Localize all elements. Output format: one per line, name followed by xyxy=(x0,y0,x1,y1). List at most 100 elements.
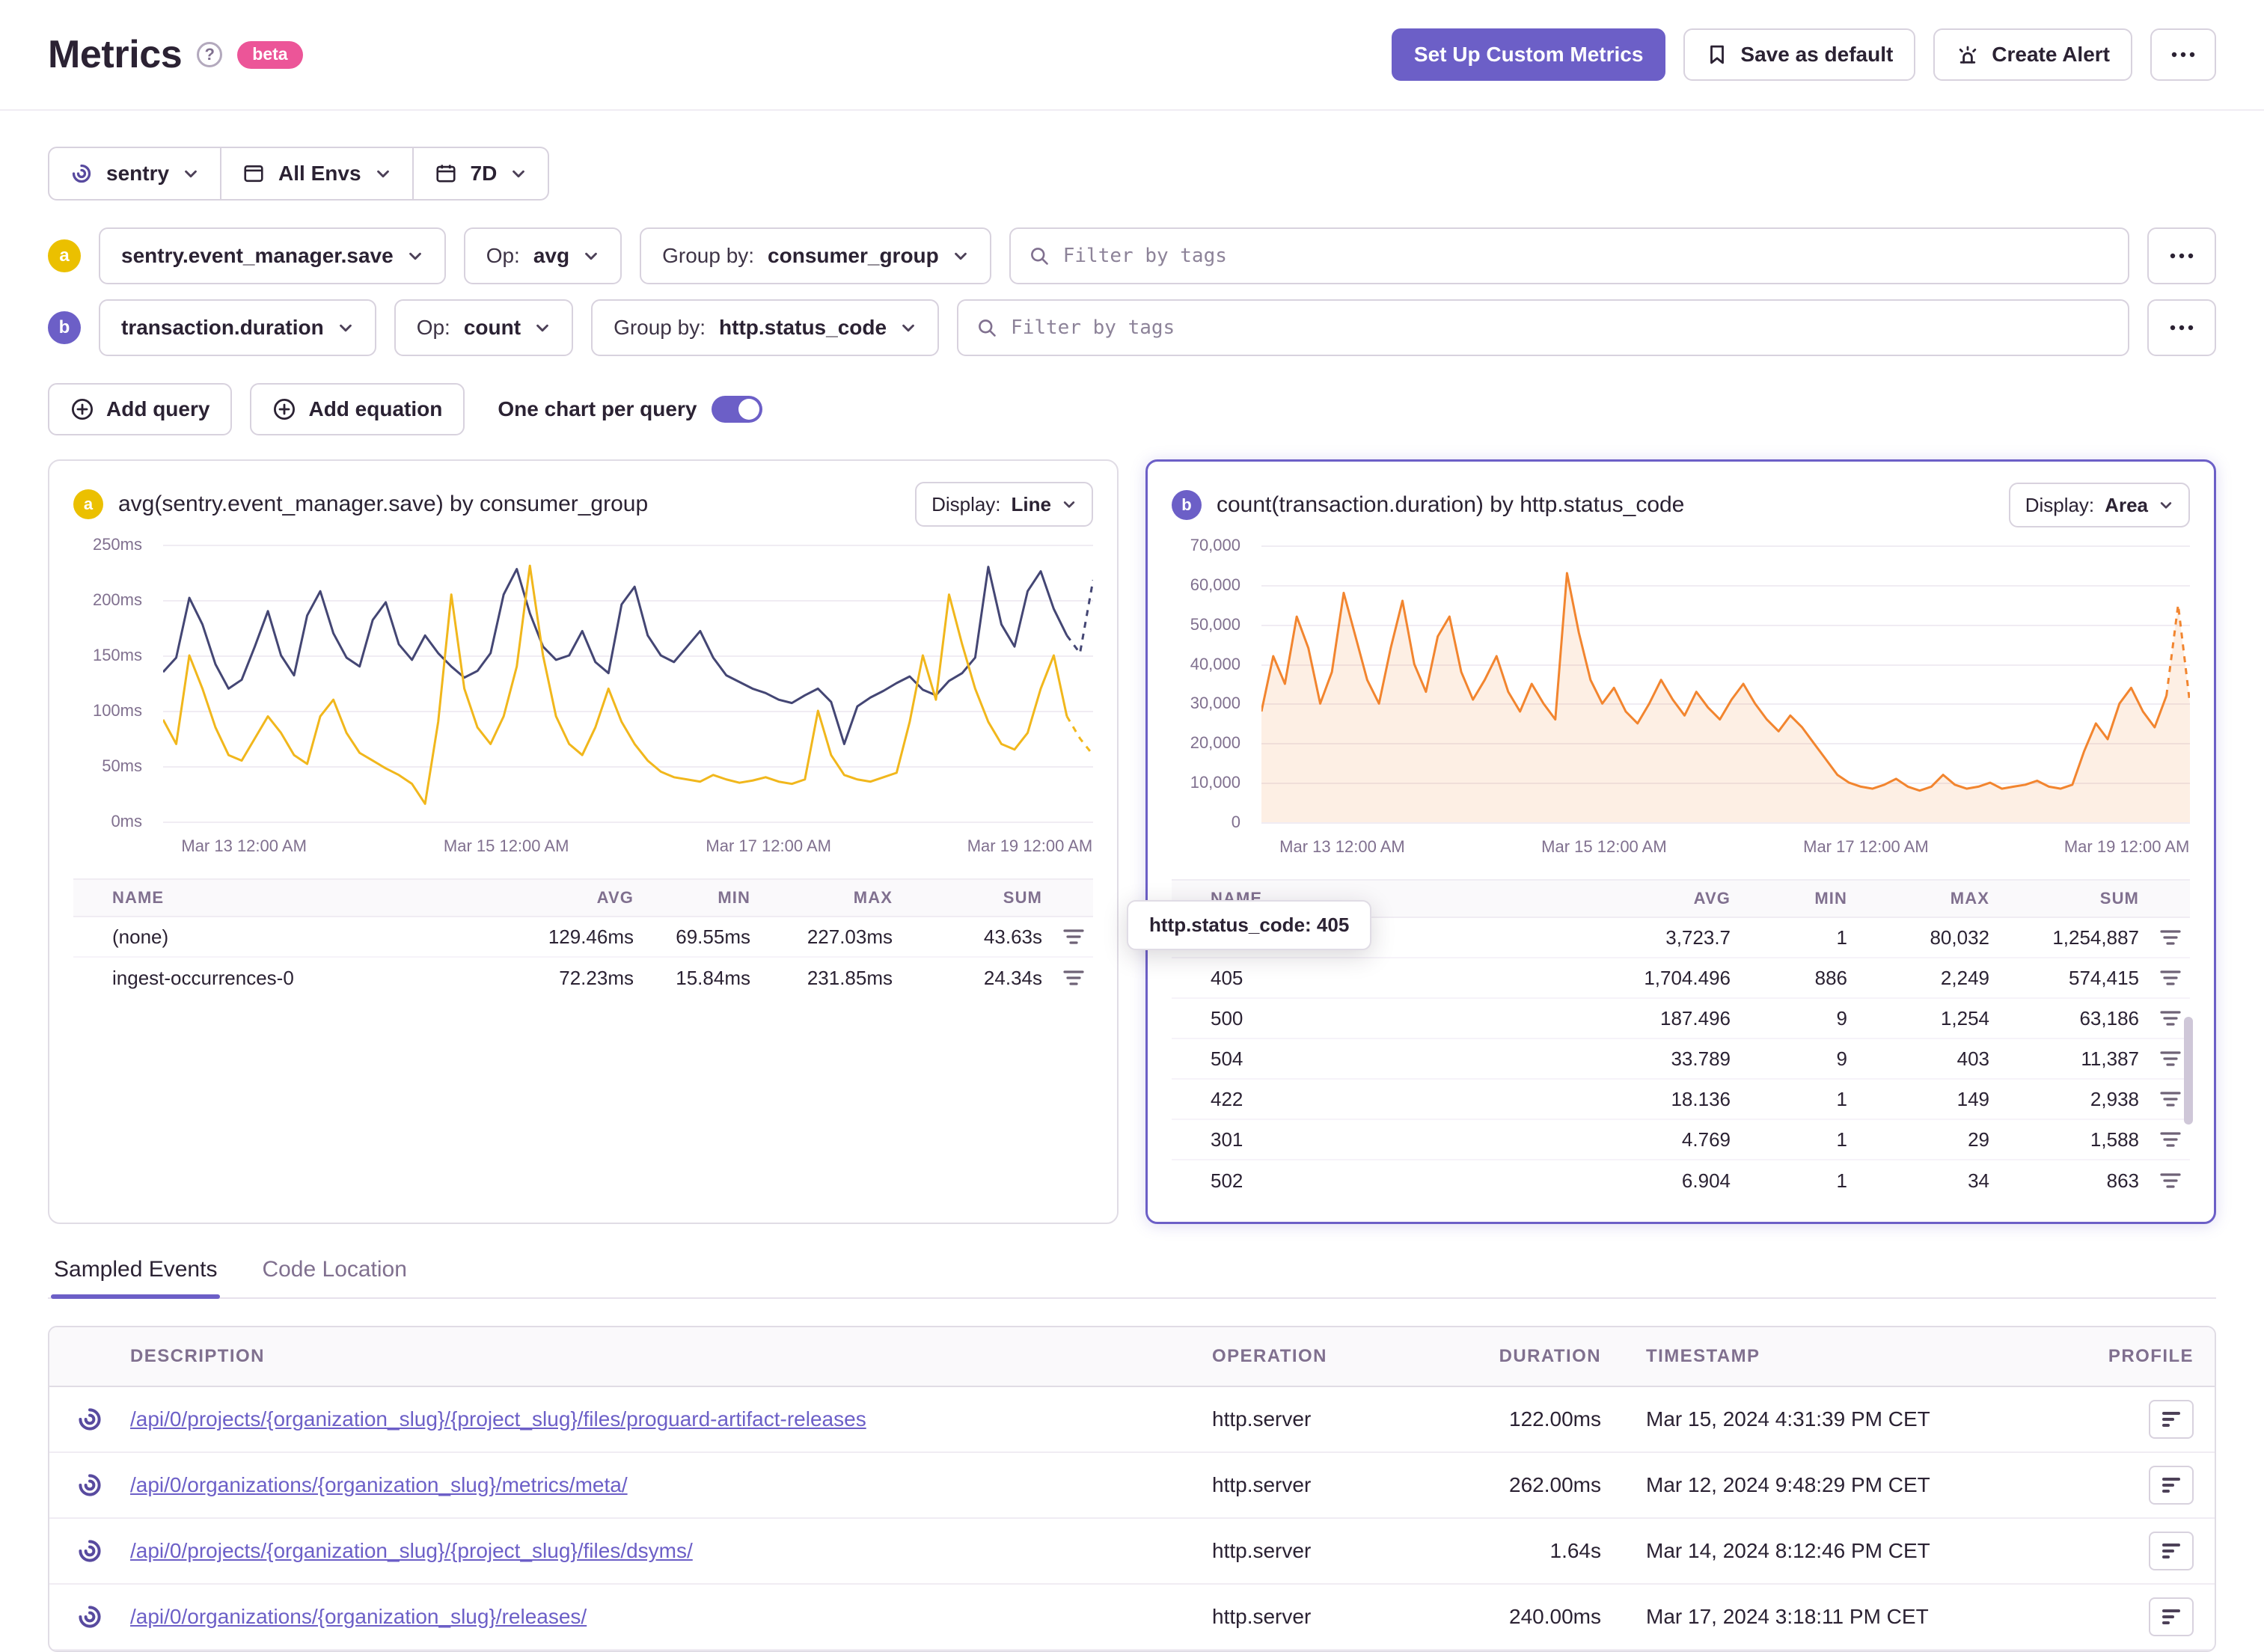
series-filter-icon xyxy=(2160,1092,2181,1107)
tab-code-location[interactable]: Code Location xyxy=(259,1248,409,1297)
series-filter-icon xyxy=(1063,970,1084,985)
display-select-b[interactable]: Display: Area xyxy=(2008,483,2190,527)
series-stat-value: 1,254 xyxy=(1940,1006,1989,1030)
query-a-overflow-button[interactable] xyxy=(2147,227,2216,284)
date-range-label: 7D xyxy=(470,162,498,185)
group-by-a-value: consumer_group xyxy=(768,244,939,267)
series-name: 301 xyxy=(1211,1128,1243,1151)
row-filter-button[interactable] xyxy=(2139,1172,2190,1190)
row-filter-button[interactable] xyxy=(2139,1090,2190,1108)
x-axis-label: Mar 17 12:00 AM xyxy=(706,836,831,855)
metric-select-b[interactable]: transaction.duration xyxy=(99,299,376,356)
legend-header-cell: NAME xyxy=(112,888,165,907)
op-select-b[interactable]: Op: count xyxy=(394,299,574,356)
header-timestamp: TIMESTAMP xyxy=(1646,1346,1760,1366)
chart-a-y-axis: 0ms 50ms 100ms 150ms 200ms 250ms xyxy=(73,535,151,830)
one-chart-toggle[interactable] xyxy=(712,396,763,423)
query-row-b: b transaction.duration Op: count Group b… xyxy=(48,299,2216,356)
event-profile-cell xyxy=(2149,1532,2215,1570)
legend-row: 502 6.904 1 34 863 xyxy=(1172,1160,2190,1201)
event-duration: 122.00ms xyxy=(1509,1407,1601,1431)
row-filter-button[interactable] xyxy=(2139,1009,2190,1027)
legend-scrollbar[interactable] xyxy=(2184,1017,2193,1125)
add-query-button[interactable]: Add query xyxy=(48,383,233,435)
event-row: /api/0/organizations/{organization_slug}… xyxy=(49,1585,2215,1651)
save-as-default-button[interactable]: Save as default xyxy=(1683,28,1916,81)
row-filter-button[interactable] xyxy=(2139,1050,2190,1068)
series-color-cell xyxy=(1172,967,1211,990)
chart-b-plot-area[interactable] xyxy=(1261,545,2190,824)
chart-title-a: avg(sentry.event_manager.save) by consum… xyxy=(118,492,649,516)
series-stat-value: 18.136 xyxy=(1671,1087,1731,1110)
profile-button[interactable] xyxy=(2149,1400,2194,1439)
y-axis-label: 70,000 xyxy=(1190,536,1240,554)
op-select-a[interactable]: Op: avg xyxy=(463,227,622,284)
event-description-link[interactable]: /api/0/projects/{organization_slug}/{pro… xyxy=(130,1539,1212,1563)
chart-a-plot-area[interactable] xyxy=(163,545,1093,823)
series-name: 500 xyxy=(1211,1006,1243,1030)
chart-a-plot-col: Mar 13 12:00 AM Mar 15 12:00 AM Mar 17 12:… xyxy=(163,545,1093,860)
chevron-down-icon xyxy=(954,252,967,260)
setup-custom-metrics-button[interactable]: Set Up Custom Metrics xyxy=(1391,28,1666,81)
row-filter-button[interactable] xyxy=(2139,929,2190,946)
sentry-logo-icon xyxy=(70,162,93,185)
event-duration: 262.00ms xyxy=(1509,1473,1601,1496)
display-select-a[interactable]: Display: Line xyxy=(915,482,1093,527)
environment-selector[interactable]: All Envs xyxy=(221,147,414,201)
help-icon[interactable]: ? xyxy=(197,42,223,67)
date-range-selector[interactable]: 7D xyxy=(413,147,550,201)
chart-panel-a[interactable]: a avg(sentry.event_manager.save) by cons… xyxy=(48,459,1119,1224)
chart-badge-b: b xyxy=(1172,490,1202,520)
row-filter-button[interactable] xyxy=(1042,969,1093,987)
profile-button[interactable] xyxy=(2149,1597,2194,1636)
row-filter-button[interactable] xyxy=(1042,928,1093,946)
series-filter-icon xyxy=(2160,1011,2181,1026)
page-filter-bar: sentry All Envs 7D xyxy=(48,147,2216,201)
series-stat-value: 63,186 xyxy=(2079,1006,2139,1030)
legend-header-cell: SUM xyxy=(2099,889,2139,908)
event-timestamp: Mar 17, 2024 3:18:11 PM CET xyxy=(1646,1605,1929,1628)
event-description-link[interactable]: /api/0/organizations/{organization_slug}… xyxy=(130,1605,1212,1629)
legend-header-cell: MAX xyxy=(1950,889,1989,908)
chevron-down-icon xyxy=(339,324,352,332)
tag-filter-a xyxy=(1009,227,2129,284)
series-name: 504 xyxy=(1211,1047,1243,1070)
event-profile-cell xyxy=(2149,1466,2215,1505)
profile-button[interactable] xyxy=(2149,1532,2194,1570)
series-name: ingest-occurrences-0 xyxy=(112,966,294,989)
add-equation-label: Add equation xyxy=(308,397,443,420)
tab-sampled-events[interactable]: Sampled Events xyxy=(51,1248,221,1299)
series-stat-value: 34 xyxy=(1968,1169,1989,1192)
profile-button[interactable] xyxy=(2149,1466,2194,1505)
chevron-down-icon xyxy=(185,170,197,178)
sentry-project-icon xyxy=(49,1603,130,1630)
row-filter-button[interactable] xyxy=(2139,1131,2190,1148)
group-by-select-b[interactable]: Group by: http.status_code xyxy=(591,299,940,356)
row-filter-button[interactable] xyxy=(2139,969,2190,987)
tag-filter-b-input[interactable] xyxy=(1011,316,2110,339)
event-description-link[interactable]: /api/0/projects/{organization_slug}/{pro… xyxy=(130,1407,1212,1431)
series-stat-value: 886 xyxy=(1814,966,1847,989)
search-icon xyxy=(979,319,996,337)
group-by-select-a[interactable]: Group by: consumer_group xyxy=(640,227,991,284)
tag-filter-a-input[interactable] xyxy=(1062,245,2110,267)
top-bar: Metrics ? beta Set Up Custom Metrics Sav… xyxy=(0,0,2264,111)
series-stat-value: 29 xyxy=(1968,1128,1989,1151)
query-b-overflow-button[interactable] xyxy=(2147,299,2216,356)
series-stat-value: 187.496 xyxy=(1660,1006,1731,1030)
gridline xyxy=(1261,822,2190,824)
header-operation: OPERATION xyxy=(1212,1346,1327,1366)
event-description-link[interactable]: /api/0/organizations/{organization_slug}… xyxy=(130,1473,1212,1497)
metric-select-b-value: transaction.duration xyxy=(121,316,324,339)
chart-panel-b[interactable]: b count(transaction.duration) by http.st… xyxy=(1127,459,2216,1224)
series-filter-icon xyxy=(1063,929,1084,944)
legend-row: 504 33.789 9 403 11,387 xyxy=(1172,1039,2190,1080)
event-operation: http.server xyxy=(1212,1407,1312,1431)
metric-select-a[interactable]: sentry.event_manager.save xyxy=(99,227,446,284)
header-overflow-button[interactable] xyxy=(2150,28,2216,81)
line-chart-a xyxy=(163,545,1093,822)
create-alert-button[interactable]: Create Alert xyxy=(1933,28,2132,81)
y-axis-label: 200ms xyxy=(92,590,142,609)
project-selector[interactable]: sentry xyxy=(48,147,222,201)
add-equation-button[interactable]: Add equation xyxy=(250,383,465,435)
